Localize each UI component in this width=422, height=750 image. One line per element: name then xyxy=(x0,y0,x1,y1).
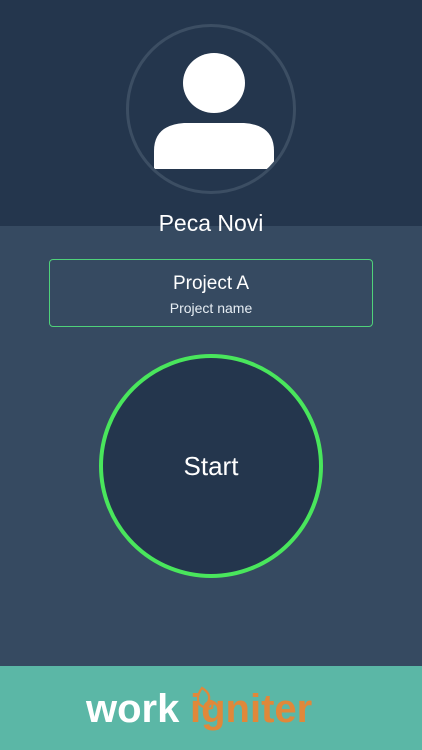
workigniter-logo: work igniter xyxy=(85,686,312,731)
logo-text-work: work xyxy=(85,687,180,731)
footer-bar: work igniter xyxy=(0,666,422,750)
start-button[interactable]: Start xyxy=(99,354,323,578)
user-silhouette-icon xyxy=(154,53,274,169)
start-button-label: Start xyxy=(183,450,239,481)
project-selector[interactable]: Project A Project name xyxy=(49,259,373,327)
project-subtitle: Project name xyxy=(169,300,253,316)
avatar[interactable] xyxy=(126,24,296,194)
project-title: Project A xyxy=(172,273,250,294)
user-name: Peca Novi xyxy=(158,210,264,236)
